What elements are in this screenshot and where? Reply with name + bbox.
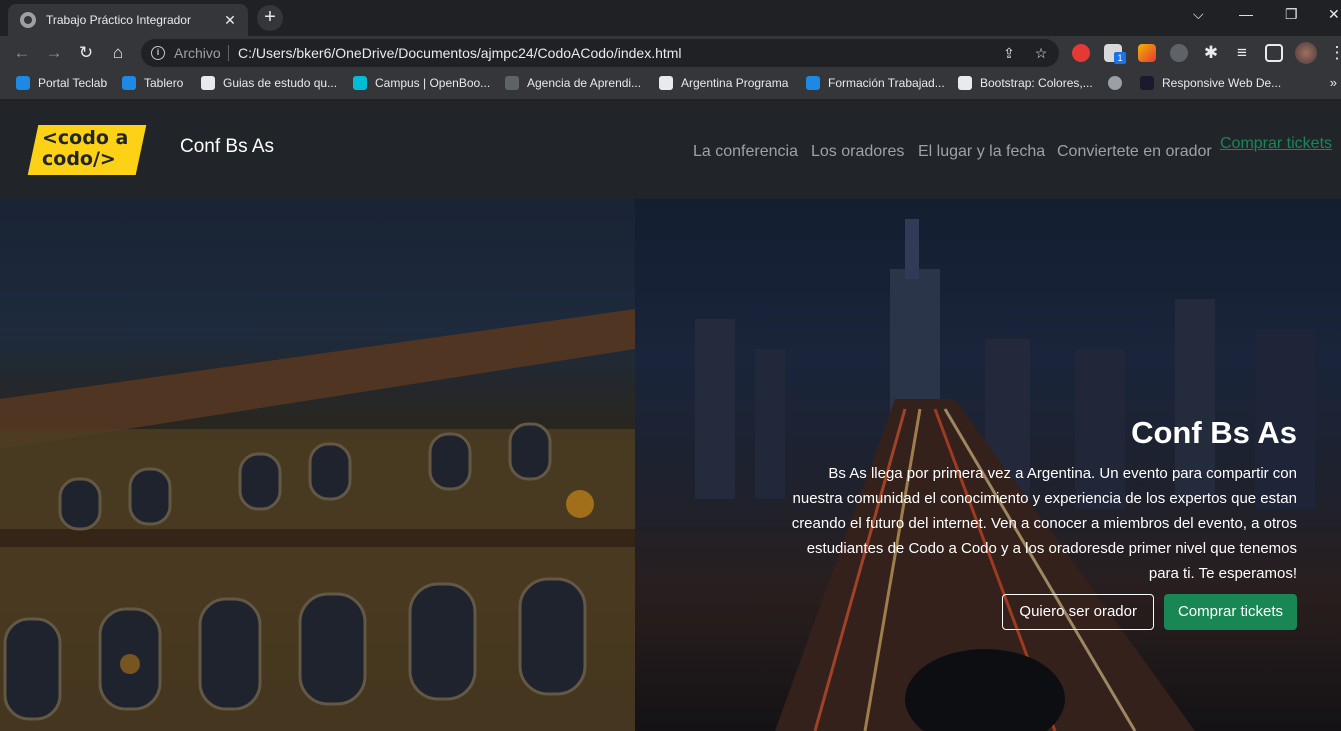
divider bbox=[228, 45, 229, 61]
bootstrap-icon bbox=[958, 76, 972, 90]
ba-icon bbox=[505, 76, 519, 90]
logo-text: <codo a codo/> bbox=[42, 127, 129, 170]
hero-title: Conf Bs As bbox=[1131, 415, 1297, 450]
close-icon[interactable]: ✕ bbox=[222, 12, 238, 29]
globe-icon bbox=[20, 12, 36, 28]
web-page: <codo a codo/> Conf Bs As La conferencia… bbox=[0, 101, 1341, 731]
bookmark-item[interactable]: Argentina Programa bbox=[659, 76, 788, 90]
bookmark-label: Portal Teclab bbox=[38, 76, 108, 90]
nav-link-conviertete-orador[interactable]: Conviertete en orador bbox=[1057, 143, 1212, 161]
nav-link-lugar-fecha[interactable]: El lugar y la fecha bbox=[918, 143, 1045, 161]
chevron-down-icon[interactable]: ⌵ bbox=[1193, 6, 1204, 23]
bookmark-label: Bootstrap: Colores,... bbox=[980, 76, 1093, 90]
nav-link-oradores[interactable]: Los oradores bbox=[811, 143, 904, 161]
bookmark-item[interactable]: Tablero bbox=[122, 76, 183, 90]
puzzle-icon[interactable]: ✱ bbox=[1199, 41, 1223, 65]
bookmarks-more-icon[interactable]: » bbox=[1330, 75, 1337, 90]
browser-tab[interactable]: Trabajo Práctico Integrador ✕ bbox=[8, 4, 248, 36]
bookmarks-bar: Portal Teclab Tablero Guias de estudo qu… bbox=[0, 70, 1341, 100]
site-navbar: <codo a codo/> Conf Bs As La conferencia… bbox=[0, 101, 1341, 199]
bookmark-label: Responsive Web De... bbox=[1162, 76, 1282, 90]
share-icon[interactable]: ⇪ bbox=[999, 43, 1019, 63]
argentina-programa-icon bbox=[659, 76, 673, 90]
responsive-web-icon bbox=[1140, 76, 1154, 90]
bookmark-item[interactable]: Campus | OpenBoo... bbox=[353, 76, 490, 90]
tab-title: Trabajo Práctico Integrador bbox=[46, 13, 191, 27]
bookmark-item[interactable]: Formación Trabajad... bbox=[806, 76, 945, 90]
bookmark-label: Campus | OpenBoo... bbox=[375, 76, 491, 90]
pen-extension-icon[interactable] bbox=[1138, 44, 1156, 62]
hero-description: Bs As llega por primera vez a Argentina.… bbox=[791, 465, 1297, 582]
url-text[interactable]: C:/Users/bker6/OneDrive/Documentos/ajmpc… bbox=[238, 45, 682, 61]
hero-buttons: Quiero ser orador Comprar tickets bbox=[777, 594, 1297, 630]
amazon-icon bbox=[201, 76, 215, 90]
bookmark-item[interactable]: Responsive Web De... bbox=[1140, 76, 1281, 90]
bookmark-item[interactable]: Bootstrap: Colores,... bbox=[958, 76, 1093, 90]
star-icon[interactable]: ☆ bbox=[1031, 43, 1051, 63]
bookmark-label: Agencia de Aprendi... bbox=[527, 76, 642, 90]
extension-badge: 1 bbox=[1114, 52, 1126, 64]
bookmark-item[interactable]: Agencia de Aprendi... bbox=[505, 76, 641, 90]
reading-list-icon[interactable]: ≡ bbox=[1230, 41, 1254, 65]
bookmark-label: Argentina Programa bbox=[681, 76, 789, 90]
restore-icon[interactable]: ❐ bbox=[1285, 6, 1298, 23]
nav-link-comprar-tickets[interactable]: Comprar tickets bbox=[1220, 135, 1332, 153]
minimize-icon[interactable]: — bbox=[1239, 6, 1253, 22]
tablero-icon bbox=[122, 76, 136, 90]
browser-toolbar: ← → ↻ ⌂ i Archivo C:/Users/bker6/OneDriv… bbox=[0, 36, 1341, 70]
side-panel-icon[interactable] bbox=[1265, 44, 1283, 62]
new-tab-button[interactable]: + bbox=[257, 5, 283, 31]
bookmark-item[interactable] bbox=[1108, 76, 1130, 90]
bookmark-item[interactable]: Portal Teclab bbox=[16, 76, 107, 90]
quiero-ser-orador-button[interactable]: Quiero ser orador bbox=[1002, 594, 1154, 630]
hero-content: Conf Bs As Bs As llega por primera vez a… bbox=[777, 415, 1297, 630]
back-icon[interactable]: ← bbox=[10, 41, 34, 65]
brand-title[interactable]: Conf Bs As bbox=[180, 136, 274, 158]
more-options-icon[interactable]: ⋮ bbox=[1325, 41, 1341, 65]
info-icon[interactable]: i bbox=[151, 46, 165, 60]
forward-icon[interactable]: → bbox=[42, 41, 66, 65]
avatar[interactable] bbox=[1295, 42, 1317, 64]
campus-icon bbox=[353, 76, 367, 90]
window-close-icon[interactable]: ✕ bbox=[1328, 6, 1340, 23]
globe-icon bbox=[1108, 76, 1122, 90]
nav-link-conferencia[interactable]: La conferencia bbox=[693, 143, 798, 161]
comprar-tickets-button[interactable]: Comprar tickets bbox=[1163, 594, 1297, 630]
bookmark-label: Formación Trabajad... bbox=[828, 76, 945, 90]
adblock-extension-icon[interactable] bbox=[1072, 44, 1090, 62]
address-bar[interactable]: i Archivo C:/Users/bker6/OneDrive/Docume… bbox=[141, 39, 1059, 67]
bookmark-label: Tablero bbox=[144, 76, 184, 90]
reload-icon[interactable]: ↻ bbox=[74, 41, 98, 65]
portal-icon bbox=[16, 76, 30, 90]
scheme-label: Archivo bbox=[174, 45, 221, 61]
bookmark-label: Guias de estudo qu... bbox=[223, 76, 338, 90]
extension-icon[interactable]: 1 bbox=[1104, 44, 1126, 64]
formacion-icon bbox=[806, 76, 820, 90]
home-icon[interactable]: ⌂ bbox=[106, 41, 130, 65]
bookmark-item[interactable]: Guias de estudo qu... bbox=[201, 76, 337, 90]
hero-section: Conf Bs As Bs As llega por primera vez a… bbox=[0, 199, 1341, 731]
browser-tabstrip: Trabajo Práctico Integrador ✕ + ⌵ — ❐ ✕ bbox=[0, 0, 1341, 36]
clock-extension-icon[interactable] bbox=[1170, 44, 1188, 62]
